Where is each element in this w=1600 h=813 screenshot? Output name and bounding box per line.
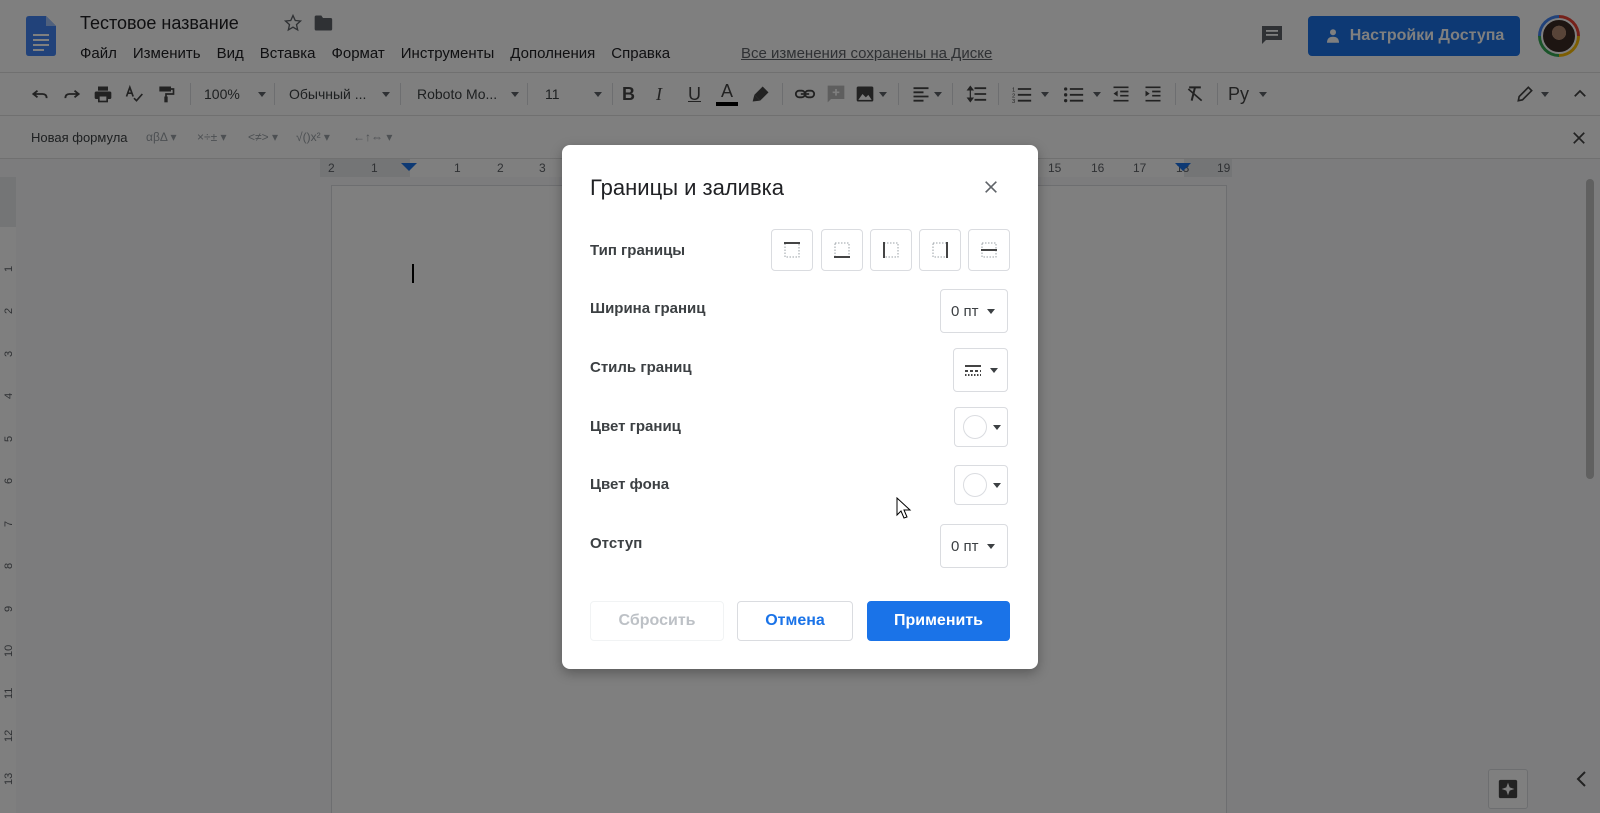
background-color-label: Цвет фона: [590, 476, 670, 493]
dash-style-icon: [965, 365, 981, 376]
border-style-dropdown[interactable]: [953, 348, 1008, 392]
border-width-label: Ширина границ: [590, 300, 706, 317]
chevron-down-icon: [993, 482, 1001, 488]
border-color-picker[interactable]: [954, 407, 1008, 447]
bottom-border-icon: [834, 242, 850, 258]
background-color-picker[interactable]: [954, 465, 1008, 505]
top-border-icon: [784, 242, 800, 258]
reset-button[interactable]: Сбросить: [590, 601, 724, 641]
dialog-close-button[interactable]: [979, 175, 1003, 199]
apply-button[interactable]: Применить: [867, 601, 1010, 641]
border-color-label: Цвет границ: [590, 418, 681, 435]
dialog-title: Границы и заливка: [590, 175, 784, 200]
chevron-down-icon: [990, 367, 998, 373]
border-top-button[interactable]: [771, 229, 813, 271]
border-width-value: 0 пт: [951, 302, 979, 320]
border-width-dropdown[interactable]: 0 пт: [940, 289, 1008, 333]
border-between-button[interactable]: [968, 229, 1010, 271]
border-left-button[interactable]: [870, 229, 912, 271]
mouse-cursor-icon: [896, 497, 912, 519]
chevron-down-icon: [986, 308, 995, 314]
right-border-icon: [932, 242, 948, 258]
between-border-icon: [981, 242, 997, 258]
chevron-down-icon: [993, 424, 1001, 430]
padding-dropdown[interactable]: 0 пт: [940, 524, 1008, 568]
padding-label: Отступ: [590, 535, 643, 552]
close-icon: [985, 181, 997, 193]
border-bottom-button[interactable]: [821, 229, 863, 271]
borders-shading-dialog: Границы и заливка Тип границы Ширина гра…: [562, 145, 1038, 669]
border-right-button[interactable]: [919, 229, 961, 271]
left-border-icon: [883, 242, 899, 258]
padding-value: 0 пт: [951, 537, 979, 555]
border-style-label: Стиль границ: [590, 359, 692, 376]
cancel-button[interactable]: Отмена: [737, 601, 853, 641]
chevron-down-icon: [986, 543, 995, 549]
border-type-label: Тип границы: [590, 242, 686, 259]
background-color-swatch: [963, 473, 987, 497]
border-color-swatch: [963, 415, 987, 439]
